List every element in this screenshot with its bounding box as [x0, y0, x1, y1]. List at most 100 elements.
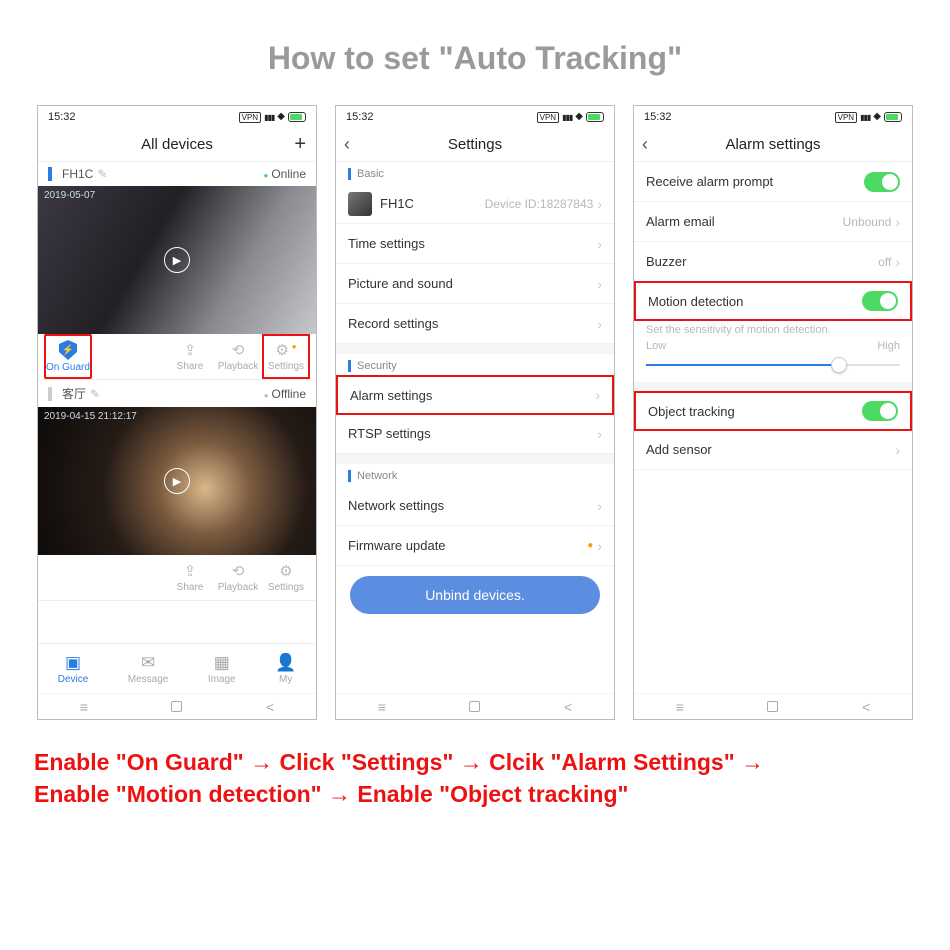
chevron-right-icon: › [895, 254, 900, 270]
row-add-sensor[interactable]: Add sensor › [634, 430, 912, 470]
row-alarm-email[interactable]: Alarm email Unbound› [634, 202, 912, 242]
device-actions: ⇪Share ⟲Playback ⚙ Settings [38, 555, 316, 601]
nav-menu-icon[interactable]: ≡ [378, 699, 386, 715]
sensitivity-slider[interactable] [646, 356, 900, 374]
play-icon[interactable]: ▶ [164, 247, 190, 273]
share-label: Share [177, 582, 204, 593]
row-label: Alarm email [646, 214, 715, 229]
section-basic: Basic [336, 162, 614, 184]
section-security: Security [336, 354, 614, 376]
share-label: Share [177, 361, 204, 372]
slider-low-label: Low [646, 340, 666, 352]
nav-back-icon[interactable]: < [564, 699, 572, 715]
nav-back-icon[interactable]: < [862, 699, 870, 715]
back-button[interactable]: ‹ [642, 134, 648, 155]
share-button[interactable]: ⇪Share [166, 555, 214, 600]
row-receive-alarm[interactable]: Receive alarm prompt [634, 162, 912, 202]
playback-button[interactable]: ⟲ Playback [214, 334, 262, 379]
shield-icon [59, 340, 77, 360]
tab-label: Device [58, 674, 89, 685]
screen-settings: 15:32 VPN ‹ Settings Basic FH1C Device I… [335, 105, 615, 720]
nav-menu-icon[interactable]: ≡ [80, 699, 88, 715]
row-buzzer[interactable]: Buzzer off› [634, 242, 912, 282]
onguard-label: On Guard [46, 362, 90, 373]
tab-device[interactable]: ▣Device [58, 653, 89, 685]
chevron-right-icon: › [597, 276, 602, 292]
settings-label: Settings [268, 361, 304, 372]
statusbar: 15:32 VPN [634, 106, 912, 128]
slider-high-label: High [877, 340, 900, 352]
instructions-text: Enable "On Guard" → Click "Settings" → C… [0, 720, 950, 810]
row-rtsp-settings[interactable]: RTSP settings › [336, 414, 614, 454]
unbind-button[interactable]: Unbind devices. [350, 576, 600, 614]
toggle-receive-alarm[interactable] [864, 172, 900, 192]
share-button[interactable]: ⇪Share [166, 334, 214, 379]
playback-icon: ⟲ [232, 562, 245, 580]
nav-home-icon[interactable] [767, 701, 778, 712]
row-object-tracking[interactable]: Object tracking [634, 391, 912, 431]
device-actions: On Guard ⇪Share ⟲ Playback ⚙Settings [38, 334, 316, 380]
gear-icon: ⚙ [279, 562, 292, 580]
row-alarm-settings[interactable]: Alarm settings › [336, 375, 614, 415]
play-icon[interactable]: ▶ [164, 468, 190, 494]
row-motion-detection[interactable]: Motion detection [634, 281, 912, 321]
row-label: Record settings [348, 316, 438, 331]
row-picture-sound[interactable]: Picture and sound › [336, 264, 614, 304]
nav-home-icon[interactable] [469, 701, 480, 712]
device-id: Device ID:18287843 [485, 197, 594, 211]
settings-button[interactable]: ⚙Settings [262, 334, 310, 379]
instructions-line: Enable "On Guard" → Click "Settings" → C… [34, 746, 916, 778]
edit-icon[interactable]: ✎ [90, 387, 100, 401]
tab-image[interactable]: ▦Image [208, 653, 236, 685]
vpn-icon: VPN [239, 112, 261, 123]
chevron-right-icon: › [895, 442, 900, 458]
tab-my[interactable]: 👤My [275, 653, 296, 685]
status-time: 15:32 [48, 111, 76, 123]
device-row[interactable]: FH1C ✎ Online [38, 162, 316, 186]
preview-timestamp: 2019-05-07 [44, 190, 95, 201]
onguard-button[interactable]: On Guard [44, 334, 92, 379]
status-online: Online [263, 167, 306, 181]
playback-icon: ⟲ [232, 341, 245, 359]
toggle-motion-detection[interactable] [862, 291, 898, 311]
profile-icon: 👤 [275, 653, 296, 673]
playback-label: Playback [218, 361, 259, 372]
status-time: 15:32 [346, 111, 374, 123]
playback-button[interactable]: ⟲Playback [214, 555, 262, 600]
row-label: Object tracking [648, 404, 735, 419]
header-title: All devices [141, 136, 213, 153]
settings-label: Settings [268, 582, 304, 593]
chevron-right-icon: › [597, 236, 602, 252]
tab-label: My [279, 674, 292, 685]
wifi-icon [277, 111, 285, 123]
back-button[interactable]: ‹ [344, 134, 350, 155]
image-icon: ▦ [214, 653, 230, 673]
wifi-icon [575, 111, 583, 123]
row-record-settings[interactable]: Record settings › [336, 304, 614, 344]
camera-preview[interactable]: 2019-04-15 21:12:17 ▶ [38, 407, 316, 555]
camera-preview[interactable]: 2019-05-07 ▶ [38, 186, 316, 334]
header-settings: ‹ Settings [336, 128, 614, 162]
device-row[interactable]: 客厅 ✎ Offline [38, 380, 316, 407]
row-device-info[interactable]: FH1C Device ID:18287843› [336, 184, 614, 224]
section-network: Network [336, 464, 614, 486]
message-icon: ✉ [141, 653, 155, 673]
device-name: FH1C [62, 167, 93, 181]
nav-back-icon[interactable]: < [266, 699, 274, 715]
row-network-settings[interactable]: Network settings › [336, 486, 614, 526]
row-firmware-update[interactable]: Firmware update ●› [336, 526, 614, 566]
toggle-object-tracking[interactable] [862, 401, 898, 421]
nav-menu-icon[interactable]: ≡ [676, 699, 684, 715]
android-navbar: ≡ < [634, 693, 912, 719]
vpn-icon: VPN [537, 112, 559, 123]
sensitivity-slider-row: Low High [634, 338, 912, 382]
tab-label: Message [128, 674, 169, 685]
device-name: FH1C [380, 196, 414, 211]
row-label: Receive alarm prompt [646, 174, 773, 189]
nav-home-icon[interactable] [171, 701, 182, 712]
add-device-button[interactable]: + [294, 133, 306, 156]
settings-button[interactable]: ⚙ Settings [262, 555, 310, 600]
row-time-settings[interactable]: Time settings › [336, 224, 614, 264]
tab-message[interactable]: ✉Message [128, 653, 169, 685]
edit-icon[interactable]: ✎ [97, 167, 107, 181]
